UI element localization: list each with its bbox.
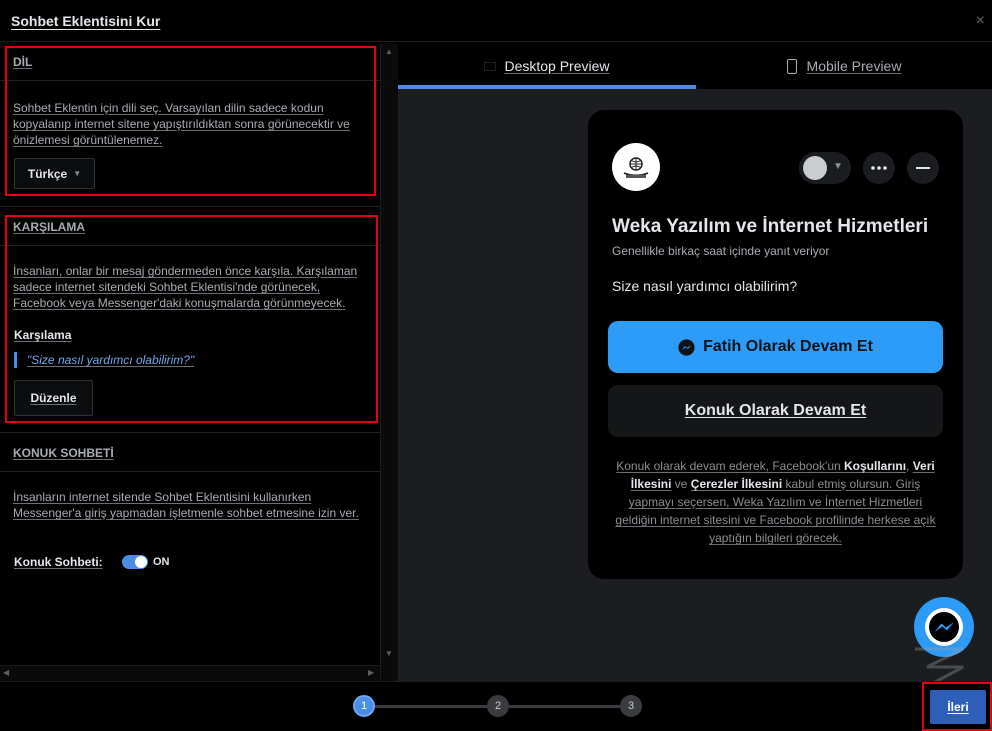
title-bar: Sohbet Eklentisini Kur × bbox=[0, 0, 992, 42]
desktop-icon bbox=[484, 61, 497, 71]
response-time: Genellikle birkaç saat içinde yanıt veri… bbox=[612, 244, 830, 258]
guest-chat-state: ON bbox=[153, 556, 170, 568]
guest-chat-section: KONUK SOHBETİ İnsanların internet sitend… bbox=[0, 434, 380, 634]
mobile-phone-icon bbox=[786, 58, 797, 74]
legal-notice: Konuk olarak devam ederek, Facebook'un K… bbox=[615, 459, 936, 545]
messenger-icon bbox=[678, 338, 695, 356]
tab-mobile-preview[interactable]: Mobile Preview bbox=[696, 43, 992, 89]
step-2[interactable]: 2 bbox=[487, 695, 509, 717]
scroll-left-icon[interactable]: ◀ bbox=[3, 668, 9, 677]
more-options-button[interactable] bbox=[863, 152, 895, 184]
chevron-down-icon: ▼ bbox=[833, 161, 843, 172]
preview-panel: Desktop Preview Mobile Preview ▼ Weka Ya… bbox=[398, 43, 992, 681]
horizontal-scrollbar[interactable]: ◀ ▶ bbox=[0, 665, 380, 681]
continue-as-guest-button[interactable]: Konuk Olarak Devam Et bbox=[608, 385, 943, 437]
guest-chat-label: Konuk Sohbeti: bbox=[14, 555, 103, 569]
close-icon[interactable]: × bbox=[976, 12, 985, 30]
guest-chat-toggle[interactable] bbox=[122, 555, 148, 569]
guest-chat-description: İnsanların internet sitende Sohbet Eklen… bbox=[13, 490, 359, 520]
page-logo bbox=[612, 143, 660, 191]
account-switcher[interactable]: ▼ bbox=[799, 152, 851, 184]
page-name: Weka Yazılım ve İnternet Hizmetleri bbox=[612, 216, 929, 237]
vertical-scrollbar[interactable]: ▲ ▼ bbox=[380, 43, 398, 681]
step-1[interactable]: 1 bbox=[353, 695, 375, 717]
more-icon bbox=[871, 166, 887, 170]
step-connector bbox=[375, 705, 487, 708]
step-connector bbox=[509, 705, 620, 708]
scroll-up-icon[interactable]: ▲ bbox=[385, 47, 393, 56]
toggle-knob bbox=[135, 556, 147, 568]
terms-link[interactable]: Koşullarını bbox=[844, 459, 906, 473]
wizard-footer: 1 2 3 İleri bbox=[0, 681, 992, 731]
greeting-highlight bbox=[5, 215, 378, 423]
preview-tabs: Desktop Preview Mobile Preview bbox=[398, 43, 992, 89]
greeting-text: Size nasıl yardımcı olabilirim? bbox=[612, 278, 798, 294]
cookie-policy-link[interactable]: Çerezler İlkesini bbox=[691, 477, 782, 491]
continue-as-user-button[interactable]: Fatih Olarak Devam Et bbox=[608, 321, 943, 373]
minimize-icon bbox=[916, 167, 930, 169]
divider bbox=[0, 206, 380, 207]
divider bbox=[0, 432, 380, 433]
chat-plugin-preview: ▼ Weka Yazılım ve İnternet Hizmetleri Ge… bbox=[588, 110, 963, 579]
language-highlight bbox=[5, 46, 376, 196]
minimize-button[interactable] bbox=[907, 152, 939, 184]
next-highlight bbox=[922, 682, 992, 731]
step-3[interactable]: 3 bbox=[620, 695, 642, 717]
guest-chat-heading: KONUK SOHBETİ bbox=[0, 434, 380, 472]
dialog-title: Sohbet Eklentisini Kur bbox=[11, 13, 161, 29]
scroll-right-icon[interactable]: ▶ bbox=[368, 668, 374, 677]
scroll-down-icon[interactable]: ▼ bbox=[385, 649, 393, 658]
tab-desktop-preview[interactable]: Desktop Preview bbox=[398, 43, 696, 89]
avatar bbox=[803, 156, 827, 180]
